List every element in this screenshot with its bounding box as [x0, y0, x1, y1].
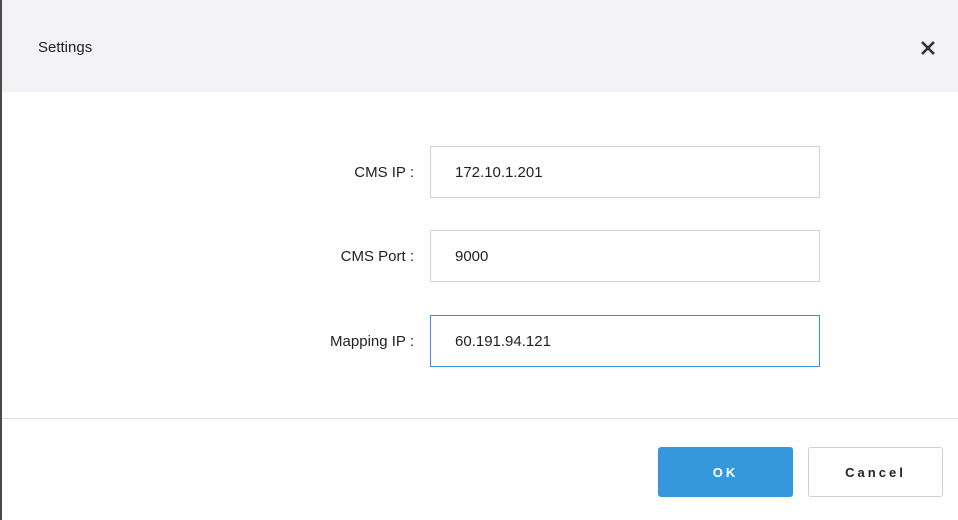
close-button[interactable] — [916, 36, 940, 60]
mapping-ip-row: Mapping IP : — [2, 315, 958, 369]
dialog-footer: OK Cancel — [2, 419, 958, 520]
settings-form: CMS IP : CMS Port : Mapping IP : — [2, 92, 958, 418]
close-icon — [921, 41, 935, 55]
settings-dialog: Settings CMS IP : CMS Port : Mapping IP … — [0, 0, 958, 520]
mapping-ip-input[interactable] — [430, 315, 820, 367]
cms-ip-input[interactable] — [430, 146, 820, 198]
dialog-title: Settings — [38, 39, 93, 56]
mapping-ip-label: Mapping IP : — [330, 333, 414, 350]
cms-port-label: CMS Port : — [340, 248, 414, 265]
cms-ip-label: CMS IP : — [354, 164, 414, 181]
cms-port-input[interactable] — [430, 230, 820, 282]
cms-ip-row: CMS IP : — [2, 146, 958, 200]
cms-port-row: CMS Port : — [2, 230, 958, 284]
dialog-header: Settings — [2, 0, 958, 92]
cancel-button[interactable]: Cancel — [808, 447, 943, 497]
ok-button[interactable]: OK — [658, 447, 793, 497]
